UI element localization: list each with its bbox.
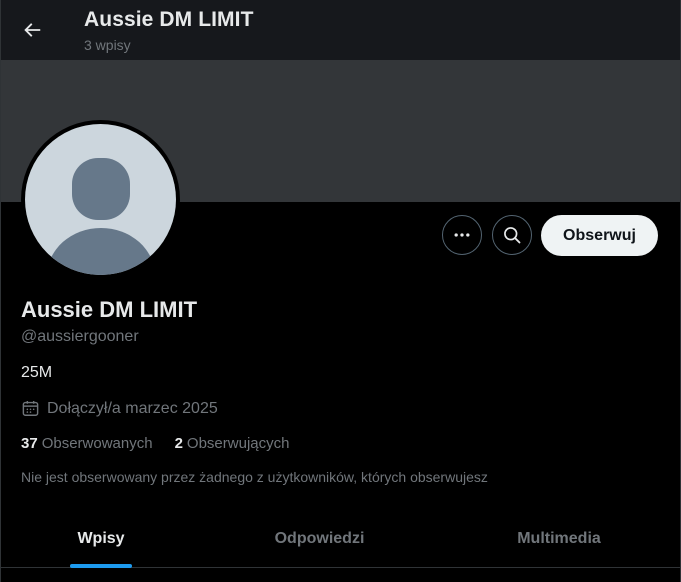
header-title: Aussie DM LIMIT xyxy=(84,8,254,31)
tab-replies-label: Odpowiedzi xyxy=(274,530,365,547)
followers-label: Obserwujących xyxy=(186,435,290,452)
join-date-text: Dołączył/a marzec 2025 xyxy=(47,399,218,417)
default-user-icon xyxy=(47,158,155,275)
followers-link[interactable]: 2 Obserwujących xyxy=(175,435,290,452)
active-tab-indicator xyxy=(70,564,132,568)
calendar-icon xyxy=(22,400,39,416)
search-posts-button[interactable] xyxy=(492,215,532,255)
followers-count: 2 xyxy=(174,435,183,452)
arrow-left-icon xyxy=(24,23,41,37)
tab-posts[interactable]: Wpisy xyxy=(1,510,201,568)
profile-page: Aussie DM LIMIT 3 wpisy Obserwuj Aussie … xyxy=(0,0,681,582)
follow-stats: 37 Obserwowanych 2 Obserwujących xyxy=(21,435,289,452)
more-button[interactable] xyxy=(442,215,482,255)
default-avatar-image xyxy=(25,124,176,275)
tab-media-label: Multimedia xyxy=(517,530,601,547)
user-handle: @aussiergooner xyxy=(21,328,139,345)
tab-media[interactable]: Multimedia xyxy=(438,510,680,568)
tab-replies[interactable]: Odpowiedzi xyxy=(201,510,438,568)
profile-header: Aussie DM LIMIT 3 wpisy xyxy=(1,0,680,60)
profile-bio: 25M xyxy=(21,364,53,381)
join-date: Dołączył/a marzec 2025 xyxy=(21,399,218,418)
more-dots-icon xyxy=(454,233,470,237)
tab-posts-label: Wpisy xyxy=(77,530,125,547)
follow-button[interactable]: Obserwuj xyxy=(541,215,658,256)
header-posts-count: 3 wpisy xyxy=(84,37,131,53)
following-label: Obserwowanych xyxy=(41,435,153,452)
mutual-followers-note: Nie jest obserwowany przez żadnego z uży… xyxy=(21,469,488,485)
profile-tabs: Wpisy Odpowiedzi Multimedia xyxy=(1,510,680,568)
search-icon xyxy=(504,227,521,244)
following-link[interactable]: 37 Obserwowanych xyxy=(21,435,153,452)
following-count: 37 xyxy=(21,435,38,452)
back-button[interactable] xyxy=(13,11,51,49)
display-name: Aussie DM LIMIT xyxy=(21,297,198,322)
avatar[interactable] xyxy=(21,120,180,279)
